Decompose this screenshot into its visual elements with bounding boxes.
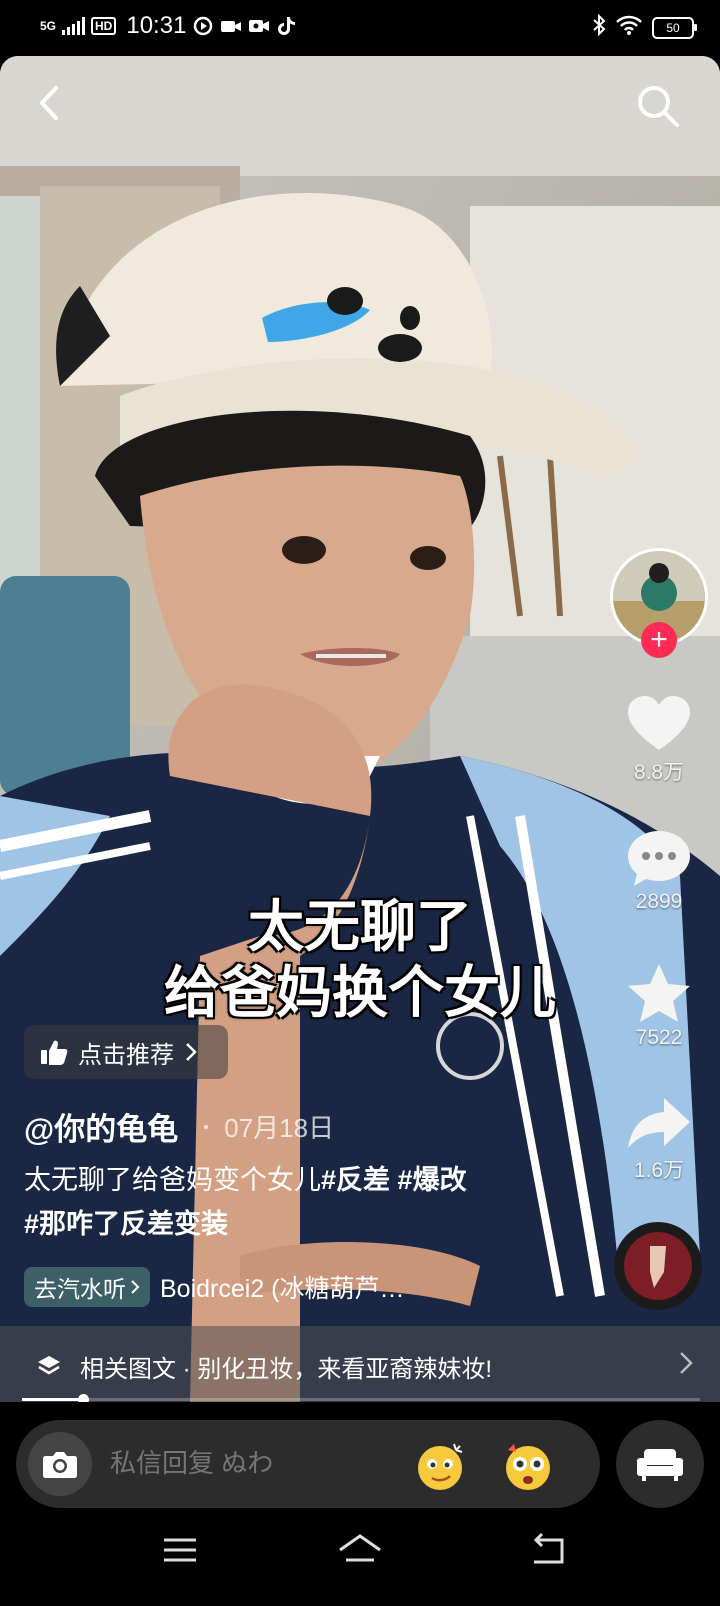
heart-icon [628,696,690,750]
watch-together-button[interactable] [616,1420,704,1508]
shocked-emoji-icon[interactable] [502,1440,554,1492]
video-app-icon [192,15,214,37]
bluetooth-icon [592,13,606,41]
caption-line-2: 给爸妈换个女儿 [164,961,556,1024]
progress-handle[interactable] [78,1394,90,1402]
like-count: 8.8万 [633,761,685,784]
recommend-button[interactable]: 点击推荐 [24,1025,228,1079]
music-disc[interactable] [614,1222,702,1310]
video-description: 太无聊了给爸妈变个女儿#反差 #爆改 #那咋了反差变装 [24,1158,584,1246]
thumbs-up-icon [41,1040,68,1065]
camera-icon [43,1452,77,1478]
clock: 10:31 [126,12,187,39]
description-text: 太无聊了给爸妈变个女儿 [24,1165,321,1195]
music-title[interactable]: Boidrcei2 (冰糖葫芦… [160,1269,405,1305]
reply-input[interactable] [110,1448,390,1479]
follow-button[interactable]: + [641,622,677,658]
battery-icon: 50 [652,16,697,39]
camera-icon [220,15,242,37]
video-player[interactable]: + 8.8万 2899 7522 1.6万 太无聊了 给爸妈换个女儿 点击推荐 … [0,56,720,1402]
search-icon[interactable] [634,82,682,130]
share-arrow-icon [628,1098,690,1148]
comment-icon [628,831,690,886]
progress-fill [22,1398,84,1401]
smirk-emoji-icon[interactable] [414,1440,466,1492]
listen-label: 去汽水听 [34,1276,126,1302]
listen-on-qishui-button[interactable]: 去汽水听 [24,1267,150,1307]
network-type: 5G [40,19,57,33]
status-bar: 5G HD 10:31 50 [0,0,720,56]
related-title: 别化丑妆，来看亚裔辣妹妆! [197,1355,492,1383]
chevron-right-icon [131,1280,140,1294]
reply-box[interactable] [16,1420,600,1508]
wifi-icon [616,15,642,40]
screen-record-icon [248,15,270,37]
recommend-label: 点击推荐 [78,1041,174,1069]
share-count: 1.6万 [633,1159,685,1182]
related-posts-bar[interactable]: 相关图文 · 别化丑妆，来看亚裔辣妹妆! [0,1326,720,1402]
chevron-right-icon [680,1352,693,1374]
favorite-count: 7522 [635,1026,683,1049]
hd-badge: HD [91,17,117,35]
author-name[interactable]: @你的龟龟 [24,1104,178,1149]
tiktok-icon [276,15,298,37]
separator-dot [204,1124,209,1129]
chevron-right-icon [186,1043,197,1061]
back-button[interactable] [30,80,70,126]
camera-button[interactable] [28,1432,92,1496]
home-icon[interactable] [336,1532,384,1568]
related-label: 相关图文 [80,1355,176,1383]
post-date: 07月18日 [224,1113,335,1143]
hashtag[interactable]: #爆改 [398,1165,467,1195]
layers-icon [38,1356,60,1375]
signal-icon [62,17,86,35]
hashtag[interactable]: #那咋了反差变装 [24,1209,228,1239]
like-button[interactable]: 8.8万 [612,694,706,786]
share-button[interactable]: 1.6万 [612,1096,706,1184]
progress-bar[interactable] [22,1394,700,1402]
hashtag[interactable]: #反差 [321,1165,390,1195]
sofa-icon [637,1449,683,1481]
menu-icon[interactable] [160,1532,200,1568]
bottom-bar [0,1402,720,1606]
back-nav-icon[interactable] [528,1532,568,1568]
